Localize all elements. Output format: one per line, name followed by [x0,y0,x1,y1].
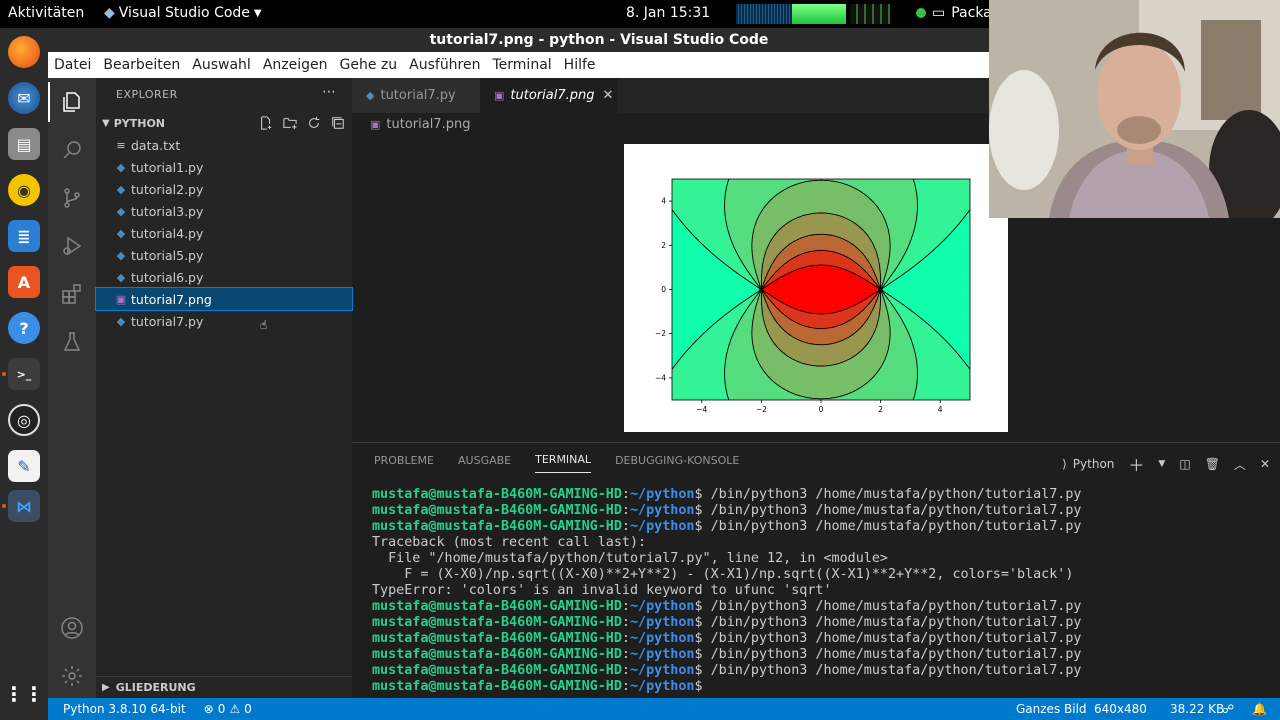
monitor-icon: ▭ [932,5,946,21]
menu-auswahl[interactable]: Auswahl [186,57,257,73]
close-icon[interactable]: ✕ [602,88,613,103]
source-control-icon[interactable] [60,186,84,210]
software-icon[interactable]: A [8,266,40,298]
folder-section-python[interactable]: ▼ PYTHON [96,112,352,134]
menu-gehe-zu[interactable]: Gehe zu [334,57,404,73]
new-folder-icon[interactable] [282,115,298,131]
menu-terminal[interactable]: Terminal [487,57,558,73]
tab-label: tutorial7.png [510,88,595,103]
collapse-all-icon[interactable] [330,115,346,131]
explorer-icon[interactable] [48,82,84,122]
python-file-icon: ◆ [116,204,126,218]
file-label: tutorial2.py [131,181,204,197]
file-tutorial2-py[interactable]: ◆ tutorial2.py [96,178,352,200]
package-indicator[interactable]: ▭ Packa [916,5,992,21]
run-debug-icon[interactable] [60,234,84,258]
chevron-down-icon: ▼ [102,117,110,129]
testing-icon[interactable] [60,330,84,354]
chevron-right-icon: ▶ [102,682,110,693]
cpu-graph [850,4,890,24]
memory-graph [792,4,846,24]
menu-ausfuehren[interactable]: Ausführen [403,57,486,73]
file-tutorial6-py[interactable]: ◆ tutorial6.py [96,266,352,288]
file-tutorial3-py[interactable]: ◆ tutorial3.py [96,200,352,222]
mouse-cursor-icon: ☝ [260,318,268,332]
python-file-icon: ◆ [366,89,375,102]
file-tutorial5-py[interactable]: ◆ tutorial5.py [96,244,352,266]
ubuntu-dock: ✉ ▤ ◉ ≣ A ? >_ ◎ ✎ ⋈ ⋮⋮ [0,28,48,720]
obs-icon[interactable]: ◎ [8,404,40,436]
rhythmbox-icon[interactable]: ◉ [8,174,40,206]
status-dot-icon [916,8,926,18]
contour-plot: −4 −2 0 2 4420−2−4 [655,178,971,414]
image-file-icon: ▣ [370,117,381,131]
writer-icon[interactable]: ≣ [8,220,40,252]
file-tutorial7-py[interactable]: ◆ tutorial7.py [96,310,352,332]
thunderbird-icon[interactable]: ✉ [8,82,40,114]
explorer-header: EXPLORER [116,88,178,101]
activity-bar [48,78,96,698]
file-label: data.txt [131,137,181,153]
extensions-icon[interactable] [60,282,84,306]
terminal-icon[interactable]: >_ [8,358,40,390]
tab-label: tutorial7.py [380,88,456,103]
file-label: tutorial5.py [131,247,204,263]
file-tutorial7-png[interactable]: ▣ tutorial7.png [95,287,353,311]
python-file-icon: ◆ [116,160,126,174]
package-label: Packa [951,5,992,21]
menu-datei[interactable]: Datei [48,57,97,73]
chevron-down-icon: ▼ [253,7,262,19]
files-icon[interactable]: ▤ [8,128,40,160]
menu-bearbeiten[interactable]: Bearbeiten [97,57,186,73]
breadcrumb-label: tutorial7.png [386,116,471,132]
file-label: tutorial6.py [131,269,204,285]
file-tutorial1-py[interactable]: ◆ tutorial1.py [96,156,352,178]
breadcrumb[interactable]: ▣ tutorial7.png [352,113,470,135]
image-file-icon: ▣ [115,292,127,306]
folder-name: PYTHON [113,116,165,130]
file-tutorial4-py[interactable]: ◆ tutorial4.py [96,222,352,244]
active-indicator [2,504,6,508]
python-file-icon: ◆ [116,248,126,262]
image-file-icon: ▣ [494,89,505,102]
accounts-icon[interactable] [60,616,84,640]
clock[interactable]: 8. Jan 15:31 [626,5,710,21]
file-label: tutorial3.py [131,203,204,219]
file-label: tutorial7.png [131,291,212,307]
search-icon[interactable] [60,138,84,162]
outline-label: GLIEDERUNG [115,681,196,694]
activities-button[interactable]: Aktivitäten [8,5,84,21]
refresh-icon[interactable] [306,115,322,131]
app-menu[interactable]: ◆ Visual Studio Code ▼ [104,5,262,21]
image-preview[interactable]: −4 −2 0 2 4 4 2 0 −2 −4 [624,144,1008,432]
text-editor-icon[interactable]: ✎ [8,450,40,482]
outline-section[interactable]: ▶ GLIEDERUNG [96,676,352,698]
file-data-txt[interactable]: ≡ data.txt [96,134,352,156]
show-apps-icon[interactable]: ⋮⋮ [4,678,44,710]
firefox-icon[interactable] [8,36,40,68]
new-file-icon[interactable] [258,115,274,131]
text-file-icon: ≡ [116,138,126,152]
python-file-icon: ◆ [116,270,126,284]
help-icon[interactable]: ? [8,312,40,344]
active-indicator [2,372,6,376]
python-file-icon: ◆ [116,314,126,328]
settings-gear-icon[interactable] [60,664,84,688]
python-file-icon: ◆ [116,226,126,240]
menu-anzeigen[interactable]: Anzeigen [257,57,334,73]
app-menu-label: Visual Studio Code [118,5,250,21]
vscode-mini-icon: ◆ [104,5,115,21]
explorer-sidebar: EXPLORER ⋯ ▼ PYTHON ≡ data.txt ◆ tutorial1… [95,78,353,698]
python-file-icon: ◆ [116,182,126,196]
file-label: tutorial4.py [131,225,204,241]
network-graph [736,4,792,24]
vscode-icon[interactable]: ⋈ [8,490,40,522]
tab-tutorial7-png[interactable]: ▣ tutorial7.png ✕ [480,78,618,113]
menu-hilfe[interactable]: Hilfe [558,57,602,73]
file-label: tutorial1.py [131,159,204,175]
file-label: tutorial7.py [131,313,204,329]
more-actions-icon[interactable]: ⋯ [322,84,336,100]
tab-tutorial7-py[interactable]: ◆ tutorial7.py [352,78,480,113]
